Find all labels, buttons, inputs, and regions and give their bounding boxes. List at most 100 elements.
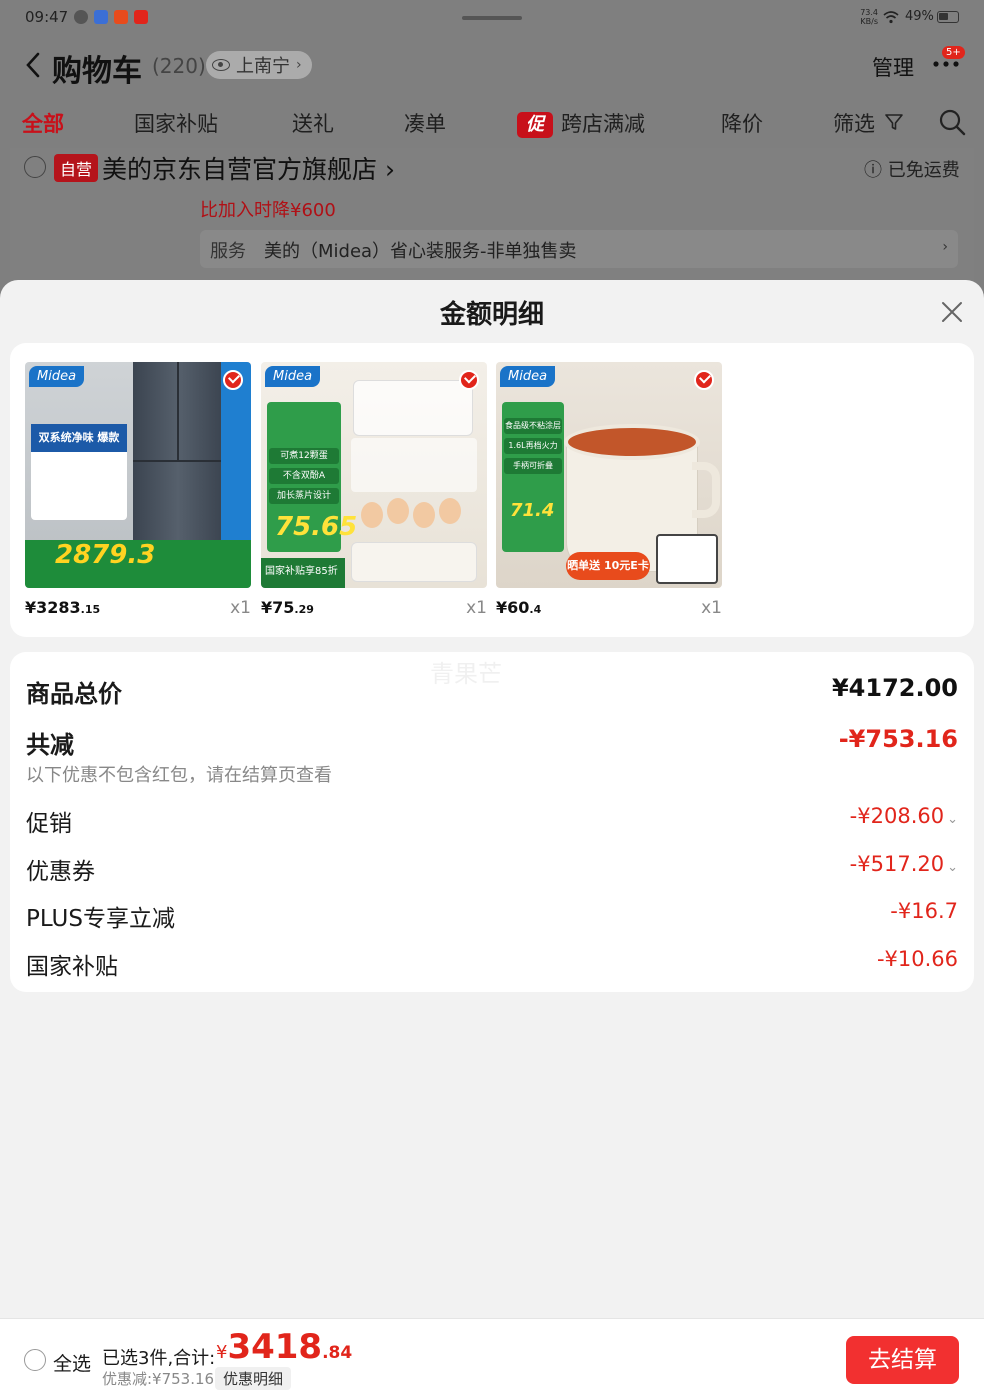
detail-value: -¥10.66 — [876, 947, 958, 971]
detail-value: -¥16.7 — [890, 899, 958, 923]
product-item[interactable]: 食品级不粘涂层 1.6L再档火力 手柄可折叠 71.4 晒单送 10元E卡 Mi… — [496, 362, 722, 622]
checked-icon[interactable] — [223, 370, 243, 390]
chevron-right-icon: › — [296, 57, 302, 73]
feature-pill: 1.6L再档火力 — [504, 438, 562, 454]
price-decimal: .4 — [529, 603, 542, 616]
product-quantity: x1 — [230, 598, 251, 618]
amount-detail-sheet: 金额明细 双系统净味 爆款508 2879.3 Midea ¥3283.15 x… — [0, 280, 984, 1400]
detail-label: PLUS专享立减 — [26, 906, 175, 932]
tab-gift[interactable]: 送礼 — [292, 108, 334, 138]
price-integer: ¥3283 — [25, 598, 81, 617]
product-price: ¥3283.15 — [25, 598, 100, 617]
filter-tabs: 全部 国家补贴 送礼 凑单 促跨店满减 降价 筛选 — [0, 100, 984, 144]
store-name[interactable]: 美的京东自营官方旗舰店 › — [102, 150, 395, 186]
tab-price-drop[interactable]: 降价 — [721, 108, 763, 138]
image-price: 75.65 — [275, 512, 358, 542]
promo-badge: 促 — [517, 112, 553, 138]
select-all-radio[interactable] — [24, 1349, 46, 1371]
egg-shape — [413, 502, 435, 528]
steamer-lid — [353, 380, 473, 436]
pot-noodles — [564, 424, 700, 460]
image-price: 2879.3 — [55, 540, 156, 570]
price-integer: ¥60 — [496, 598, 530, 617]
back-arrow-icon[interactable] — [22, 50, 44, 80]
checkout-button[interactable]: 去结算 — [846, 1336, 959, 1384]
total-integer: 3418 — [227, 1327, 323, 1367]
price-decimal: .15 — [80, 603, 101, 616]
detail-value: -¥208.60 ⌄ — [850, 804, 958, 828]
product-item[interactable]: 双系统净味 爆款508 2879.3 Midea ¥3283.15 x1 — [25, 362, 251, 622]
promo-footer: 国家补贴享85折 — [261, 558, 345, 588]
tab-all[interactable]: 全部 — [22, 108, 64, 138]
chevron-down-icon: ⌄ — [947, 860, 958, 875]
promo-tag: 晒单送 10元E卡 — [566, 552, 650, 580]
detail-amount: -¥517.20 — [849, 852, 945, 876]
price-decimal: .29 — [294, 603, 314, 616]
sheet-title: 金额明细 — [439, 300, 544, 330]
service-text: 美的（Midea）省心装服务-非单独售卖 — [264, 241, 577, 262]
tab-bundle[interactable]: 凑单 — [404, 108, 446, 138]
self-operated-badge: 自营 — [54, 154, 99, 182]
location-label: 上南宁 — [236, 56, 290, 77]
notification-badge: 5+ — [942, 46, 965, 59]
watermark: 青果芒 — [430, 660, 502, 688]
battery-icon — [937, 11, 959, 23]
window-grabber[interactable] — [462, 16, 522, 20]
status-bar: 09:47 73.4 KB/s 49% — [0, 0, 984, 36]
checkout-bar: 全选 已选3件,合计: ¥3418.84 优惠减:¥753.16 优惠明细 去结… — [0, 1318, 984, 1400]
chevron-right-icon: › — [942, 239, 948, 255]
jd-app-icon — [134, 10, 148, 24]
battery-percent: 49% — [905, 9, 934, 24]
image-price: 71.4 — [510, 500, 555, 521]
fold-handle-callout — [656, 534, 718, 584]
feature-pill: 不含双酚A — [269, 468, 339, 484]
product-item[interactable]: 可煮12颗蛋 不含双酚A 加长蒸片设计 75.65 国家补贴享85折 Midea… — [261, 362, 487, 622]
checked-icon[interactable] — [694, 370, 714, 390]
brand-logo: Midea — [29, 366, 85, 387]
more-dots-icon[interactable] — [932, 58, 960, 70]
detail-amount: -¥208.60 — [849, 804, 945, 828]
product-price: ¥60.4 — [496, 598, 541, 617]
summary-note: 以下优惠不包含红包，请在结算页查看 — [26, 765, 332, 786]
total-amount: ¥3418.84 — [216, 1327, 352, 1367]
steamer-base — [351, 542, 477, 582]
promo-panel — [221, 362, 251, 558]
manage-button[interactable]: 管理 — [872, 52, 914, 82]
wechat-icon — [74, 10, 88, 24]
search-icon[interactable] — [938, 108, 966, 136]
selected-summary: 已选3件,合计: — [102, 1348, 216, 1369]
promo-headline: 双系统净味 爆款508 — [31, 424, 127, 472]
summary-value: -¥753.16 — [838, 725, 958, 753]
cart-header: 购物车 (220) 上南宁 › 管理 5+ — [0, 40, 984, 90]
service-label: 服务 — [210, 241, 246, 262]
feature-pill: 可煮12颗蛋 — [269, 448, 339, 464]
store-select-radio[interactable] — [24, 156, 46, 178]
location-chip[interactable]: 上南宁 › — [206, 51, 312, 79]
price-summary-card: 商品总价 ¥4172.00 共减 -¥753.16 以下优惠不包含红包，请在结算… — [10, 652, 974, 992]
service-row[interactable]: 服务 美的（Midea）省心装服务-非单独售卖 › — [200, 230, 958, 268]
filter-icon[interactable] — [884, 112, 904, 132]
product-image: 双系统净味 爆款508 2879.3 Midea — [25, 362, 251, 588]
discount-detail-button[interactable]: 优惠明细 — [215, 1367, 292, 1390]
close-icon[interactable] — [940, 300, 964, 324]
product-image: 食品级不粘涂层 1.6L再档火力 手柄可折叠 71.4 晒单送 10元E卡 Mi… — [496, 362, 722, 588]
product-image: 可煮12颗蛋 不含双酚A 加长蒸片设计 75.65 国家补贴享85折 Midea — [261, 362, 487, 588]
discount-summary: 优惠减:¥753.16 — [102, 1370, 215, 1388]
tab-national-subsidy[interactable]: 国家补贴 — [134, 108, 218, 138]
product-price-row: ¥60.4 x1 — [496, 594, 722, 622]
tab-cross-store-discount[interactable]: 促跨店满减 — [517, 108, 645, 138]
price-drop-label: 比加入时降¥600 — [200, 200, 336, 221]
app-notification-icon — [94, 10, 108, 24]
wifi-icon — [883, 11, 899, 24]
product-price-row: ¥75.29 x1 — [261, 594, 487, 622]
brand-logo: Midea — [500, 366, 556, 387]
detail-label: 国家补贴 — [26, 954, 118, 980]
checked-icon[interactable] — [459, 370, 479, 390]
eye-icon — [212, 59, 230, 71]
tab-filter[interactable]: 筛选 — [833, 108, 875, 138]
total-decimal: .84 — [322, 1343, 353, 1363]
select-all-label[interactable]: 全选 — [53, 1349, 91, 1376]
free-shipping-label: ⓘ 已免运费 — [864, 160, 960, 181]
feature-pill: 加长蒸片设计 — [269, 488, 339, 504]
detail-label: 促销 — [26, 811, 72, 837]
